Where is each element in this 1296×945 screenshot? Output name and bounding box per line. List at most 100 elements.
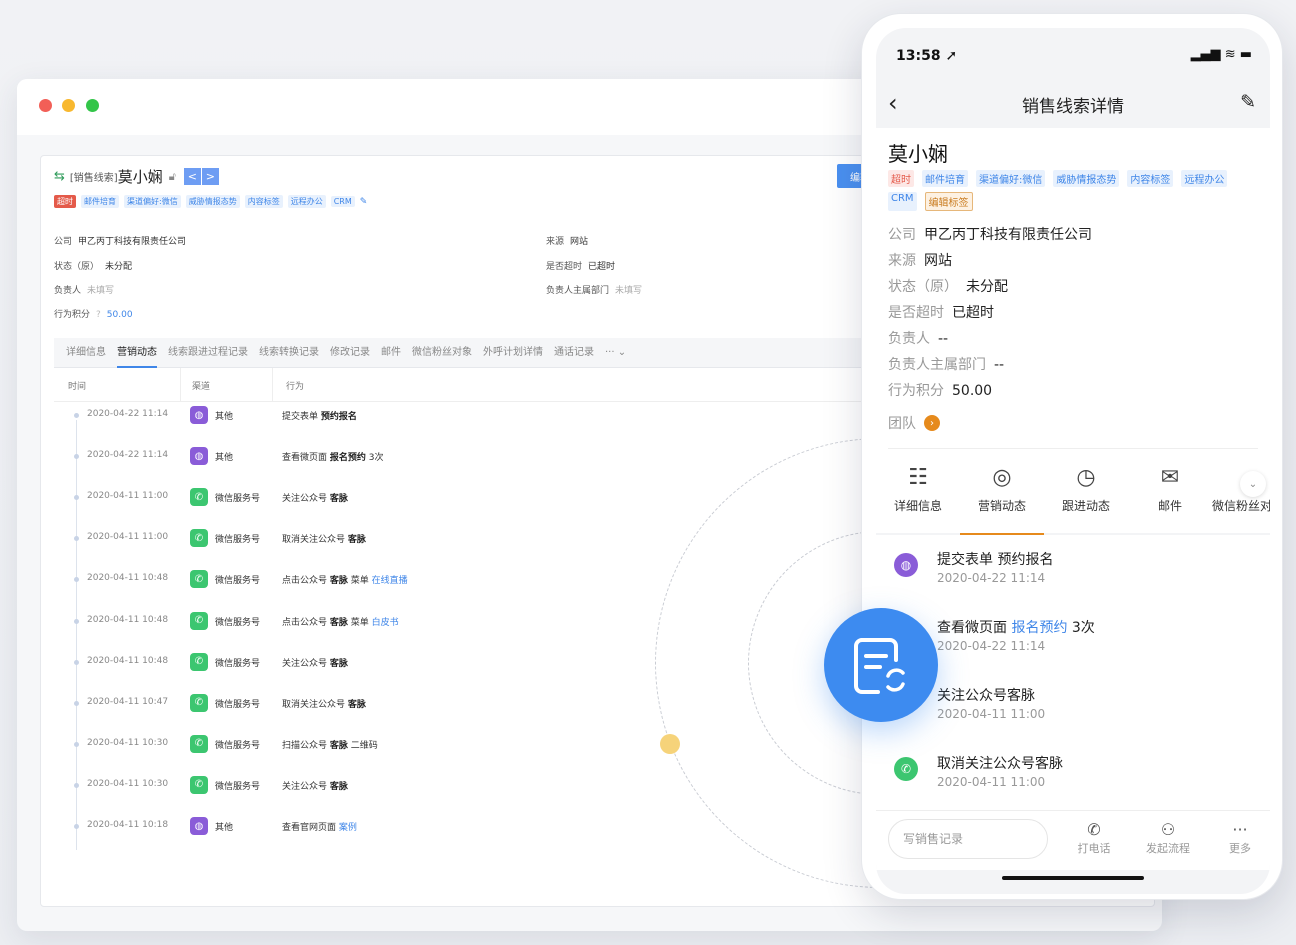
field-status: 状态（原） 未分配 [54, 259, 132, 272]
wechat-icon: ✆ [190, 488, 208, 507]
tag[interactable]: 邮件培育 [81, 195, 119, 208]
call-button[interactable]: ✆ 打电话 [1064, 820, 1124, 856]
action-link[interactable]: 案例 [339, 823, 357, 833]
feed-title-text: 3次 [1067, 620, 1095, 636]
tab-calls[interactable]: 通话记录 [554, 338, 594, 368]
field-value[interactable]: 未填写 [87, 286, 114, 296]
action-text: 关注公众号 [282, 494, 328, 505]
field-department: 负责人主属部门 未填写 [546, 283, 642, 296]
edit-tags-button[interactable]: 编辑标签 [924, 192, 973, 211]
col-divider[interactable] [272, 368, 273, 402]
tab-conversion[interactable]: 线索转换记录 [259, 338, 319, 368]
more-button[interactable]: ··· 更多 [1212, 820, 1268, 856]
tag-overdue[interactable]: 超时 [888, 170, 914, 187]
tag[interactable]: 渠道偏好:微信 [124, 195, 181, 208]
action-suffix: 菜单 [347, 576, 372, 587]
timeline-dot [74, 536, 79, 542]
tag[interactable]: 远程办公 [1181, 170, 1228, 187]
tab-email[interactable]: 邮件 [381, 338, 401, 368]
row-time: 2020-04-11 10:48 [87, 614, 169, 625]
action-link[interactable]: 在线直播 [372, 576, 408, 586]
row-action: 提交表单 预约报名 [282, 409, 357, 422]
timeline-dot [74, 824, 79, 829]
home-indicator[interactable] [1002, 876, 1144, 880]
tag[interactable]: 渠道偏好:微信 [976, 170, 1046, 187]
row-action: 关注公众号 客脉 [282, 656, 348, 669]
next-record-button[interactable]: > [201, 168, 219, 185]
tab-label: 详细信息 [893, 499, 942, 513]
field-value[interactable]: 未填写 [615, 286, 642, 296]
tab-details[interactable]: 详细信息 [66, 338, 106, 368]
maximize-window-button[interactable] [86, 99, 99, 112]
tab-followup[interactable]: 线索跟进过程记录 [168, 338, 248, 368]
close-window-button[interactable] [39, 99, 52, 112]
tag[interactable]: 远程办公 [287, 195, 326, 208]
chevron-down-icon[interactable]: ⌄ [1240, 471, 1266, 497]
table-header: 时间 渠道 行为 [54, 368, 864, 402]
field-department: 负责人主属部门 -- [888, 354, 1004, 374]
action-target: 客脉 [329, 576, 348, 587]
tab-wechat-fans[interactable]: 微信粉丝对象 [412, 338, 472, 368]
tag[interactable]: 内容标签 [1127, 170, 1174, 187]
mobile-phone: 13:58 ➚ ▂▄▆ ≋ ▬ ‹ 销售线索详情 ✎ 莫小娴 超时 邮件培育 渠… [861, 13, 1283, 900]
tab-email[interactable]: ✉ 邮件 [1128, 463, 1212, 514]
feed-time: 2020-04-11 11:00 [937, 775, 1046, 789]
prev-record-button[interactable]: < [183, 168, 201, 185]
tab-outbound[interactable]: 外呼计划详情 [483, 338, 543, 368]
feed-link[interactable]: 报名预约 [1011, 620, 1067, 636]
tag-overdue[interactable]: 超时 [54, 195, 76, 208]
table-row[interactable]: 2020-04-22 11:14 ◍ 其他 查看微页面 报名预约 3次 [54, 447, 864, 467]
help-icon[interactable]: ? [96, 310, 101, 320]
tab-label: 微信粉丝对象 [1212, 499, 1270, 513]
table-row[interactable]: 2020-04-22 11:14 ◍ 其他 提交表单 预约报名 [54, 406, 864, 426]
wechat-icon: ✆ [190, 570, 208, 589]
flow-icon: ⚇ [1160, 820, 1176, 839]
timeline-dot [74, 495, 79, 501]
minimize-window-button[interactable] [62, 99, 75, 112]
row-time: 2020-04-11 10:18 [87, 820, 169, 830]
field-company: 公司 甲乙丙丁科技有限责任公司 [54, 234, 186, 247]
tag[interactable]: CRM [888, 192, 917, 211]
mobile-tabs: ☷ 详细信息 ◎ 营销动态 ◷ 跟进动态 ✉ 邮件 微信粉丝对象 [876, 463, 1270, 535]
tab-marketing[interactable]: 营销动态 [117, 338, 157, 368]
timeline-dot [74, 618, 79, 624]
field-value[interactable]: 50.00 [107, 310, 133, 320]
tab-more[interactable]: ··· ⌄ [605, 338, 626, 368]
action-label: 打电话 [1077, 842, 1111, 855]
tag[interactable]: CRM [330, 196, 355, 207]
field-value: -- [938, 331, 949, 347]
tab-changes[interactable]: 修改记录 [330, 338, 370, 368]
chevron-right-icon[interactable]: › [924, 415, 940, 431]
col-time: 时间 [68, 382, 87, 392]
field-label: 状态（原） [54, 262, 100, 272]
sales-record-badge [824, 608, 938, 722]
edit-icon[interactable]: ✎ [1240, 91, 1256, 113]
tab-marketing[interactable]: ◎ 营销动态 [960, 463, 1044, 514]
tag[interactable]: 威胁情报态势 [185, 195, 240, 208]
tag[interactable]: 威胁情报态势 [1053, 170, 1120, 187]
tag[interactable]: 邮件培育 [922, 170, 968, 187]
tab-details[interactable]: ☷ 详细信息 [876, 463, 960, 514]
action-text: 扫描公众号 [282, 740, 328, 751]
tab-followup[interactable]: ◷ 跟进动态 [1044, 463, 1128, 514]
row-time: 2020-04-11 11:00 [87, 532, 169, 543]
tag-edit-icon[interactable]: ✎ [360, 197, 368, 207]
row-action: 取消关注公众号 客脉 [282, 697, 366, 710]
sales-note-input[interactable]: 写销售记录 [888, 819, 1048, 859]
action-text: 提交表单 [282, 412, 319, 422]
action-suffix: 菜单 [347, 617, 372, 628]
row-channel: 微信服务号 [215, 781, 261, 792]
wechat-icon: ✆ [190, 693, 208, 712]
lock-icon: 🔓︎ [168, 169, 176, 183]
col-divider[interactable] [180, 368, 181, 402]
action-link[interactable]: 白皮书 [372, 618, 399, 628]
action-target: 预约报名 [320, 412, 357, 422]
action-suffix: 3次 [365, 453, 384, 464]
tag[interactable]: 内容标签 [244, 195, 283, 208]
target-icon: ◎ [992, 465, 1012, 490]
start-flow-button[interactable]: ⚇ 发起流程 [1138, 820, 1198, 856]
field-score: 行为积分 50.00 [888, 380, 992, 400]
timeline-dot [74, 413, 79, 418]
wechat-icon: ✆ [190, 611, 208, 630]
team-row[interactable]: 团队 › [888, 413, 940, 433]
